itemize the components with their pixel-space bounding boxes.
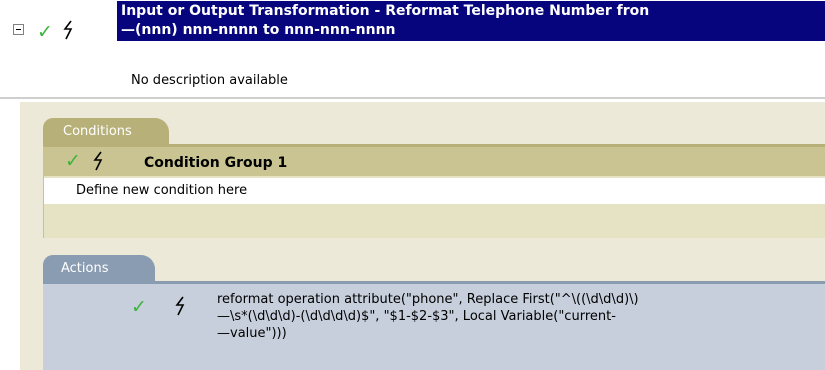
action-line3: —value"))) [217,326,287,341]
divider [0,97,825,99]
rule-title-line2: —(nnn) nnn-nnnn to nnn-nnn-nnnn [121,22,396,38]
rule-title[interactable]: Input or Output Transformation - Reforma… [117,1,825,41]
condition-group-label: Condition Group 1 [144,155,288,171]
conditions-body: ✓ Condition Group 1 Define new condition… [43,144,825,238]
check-icon[interactable]: ✓ [37,23,53,42]
lightning-icon[interactable] [62,20,76,40]
rule-title-line1: Input or Output Transformation - Reforma… [121,3,650,19]
lightning-icon[interactable] [92,151,106,171]
check-icon[interactable]: ✓ [131,298,147,317]
tab-conditions[interactable]: Conditions [43,118,169,146]
rule-row: ✓ Input or Output Transformation - Refor… [0,0,825,62]
conditions-section: ✓ Condition Group 1 Define new condition… [43,118,825,238]
tab-actions[interactable]: Actions [43,255,155,283]
condition-group-header[interactable]: ✓ Condition Group 1 [44,144,825,176]
action-item[interactable]: reformat operation attribute("phone", Re… [217,291,797,342]
actions-body: ✓ reformat operation attribute("phone", … [43,281,825,370]
action-line2: —\s*(\d\d\d)-(\d\d\d\d)$", "$1-$2-$3", L… [217,309,616,324]
lightning-icon[interactable] [174,296,188,316]
actions-section: ✓ reformat operation attribute("phone", … [43,255,825,370]
action-line1: reformat operation attribute("phone", Re… [217,292,639,307]
check-icon[interactable]: ✓ [65,152,81,171]
rule-description: No description available [131,73,288,88]
collapse-icon[interactable] [13,24,24,35]
define-condition-placeholder[interactable]: Define new condition here [44,178,825,204]
